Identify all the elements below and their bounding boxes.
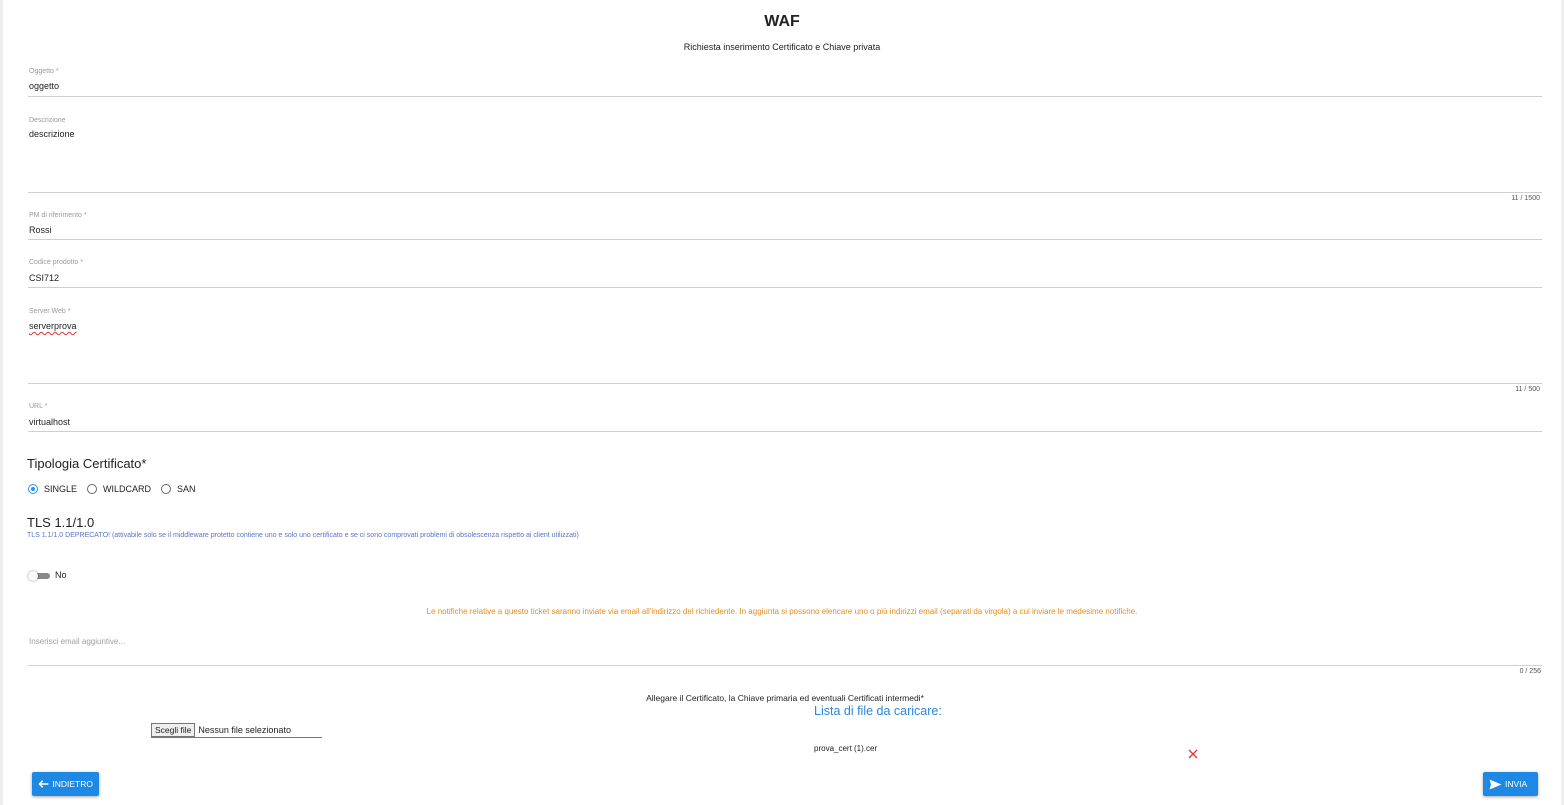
radio-wildcard[interactable]: WILDCARD — [87, 484, 151, 494]
descrizione-field[interactable]: Descrizione descrizione — [28, 117, 1542, 193]
radio-single-label: SINGLE — [44, 484, 78, 494]
email-counter: 0 / 256 — [1519, 668, 1541, 675]
radio-single[interactable]: SINGLE — [28, 484, 77, 494]
radio-circle-icon — [87, 484, 98, 494]
toggle-knob — [28, 571, 38, 581]
url-field[interactable]: URL * virtualhost — [28, 403, 1542, 432]
tls-toggle[interactable] — [28, 571, 50, 581]
back-button-label: INDIETRO — [52, 779, 93, 789]
file-input[interactable]: Scegli file Nessun file selezionato — [151, 723, 322, 738]
url-value[interactable]: virtualhost — [29, 417, 70, 427]
oggetto-value[interactable]: oggetto — [29, 81, 59, 91]
oggetto-label: Oggetto * — [29, 68, 59, 75]
cert-type-title: Tipologia Certificato* — [27, 456, 147, 471]
tls-title: TLS 1.1/1.0 — [27, 515, 95, 530]
page-title: WAF — [764, 13, 800, 30]
cert-type-radio-group: SINGLE WILDCARD SAN — [28, 484, 206, 494]
no-file-text: Nessun file selezionato — [198, 725, 291, 735]
left-border — [0, 0, 3, 805]
codice-label: Codice prodotto * — [29, 259, 84, 266]
pm-value[interactable]: Rossi — [29, 225, 52, 235]
server-field[interactable]: Server Web * serverprova — [28, 308, 1542, 384]
codice-field[interactable]: Codice prodotto * CSI712 — [28, 259, 1542, 288]
radio-circle-icon — [28, 484, 38, 494]
radio-san[interactable]: SAN — [161, 484, 196, 494]
pm-field[interactable]: PM di riferimento * Rossi — [28, 212, 1542, 240]
email-field[interactable]: Inserisci email aggiuntive... — [28, 628, 1542, 666]
pm-label: PM di riferimento * — [29, 212, 87, 219]
choose-file-button[interactable]: Scegli file — [151, 723, 196, 737]
email-placeholder[interactable]: Inserisci email aggiuntive... — [29, 637, 125, 646]
attachments-title: Allegare il Certificato, la Chiave prima… — [646, 693, 924, 703]
file-list-item: prova_cert (1).cer — [814, 744, 878, 753]
codice-value[interactable]: CSI712 — [29, 273, 59, 283]
file-list-title: Lista di file da caricare: — [814, 704, 942, 718]
send-button-label: INVIA — [1505, 779, 1528, 789]
url-label: URL * — [29, 403, 48, 410]
oggetto-field[interactable]: Oggetto * oggetto — [28, 68, 1542, 97]
send-button[interactable]: INVIA — [1483, 772, 1538, 796]
send-icon — [1489, 779, 1502, 789]
server-value[interactable]: serverprova — [29, 321, 77, 331]
server-label: Server Web * — [29, 308, 71, 315]
radio-wildcard-label: WILDCARD — [103, 484, 152, 494]
descrizione-value[interactable]: descrizione — [29, 129, 75, 139]
descrizione-label: Descrizione — [29, 117, 66, 124]
notification-notice: Le notifiche relative a questo ticket sa… — [426, 607, 1138, 616]
page-subtitle: Richiesta inserimento Certificato e Chia… — [683, 42, 881, 52]
tls-toggle-label: No — [55, 570, 67, 580]
tls-note: TLS 1.1/1.0 DEPRECATO! (attivabile solo … — [27, 532, 579, 539]
descrizione-counter: 11 / 1500 — [1511, 195, 1540, 202]
back-button[interactable]: INDIETRO — [32, 772, 99, 796]
delete-file-icon[interactable] — [1187, 748, 1199, 760]
radio-san-label: SAN — [177, 484, 196, 494]
radio-circle-icon — [161, 484, 172, 494]
arrow-left-icon — [38, 780, 49, 788]
server-counter: 11 / 500 — [1515, 386, 1540, 393]
